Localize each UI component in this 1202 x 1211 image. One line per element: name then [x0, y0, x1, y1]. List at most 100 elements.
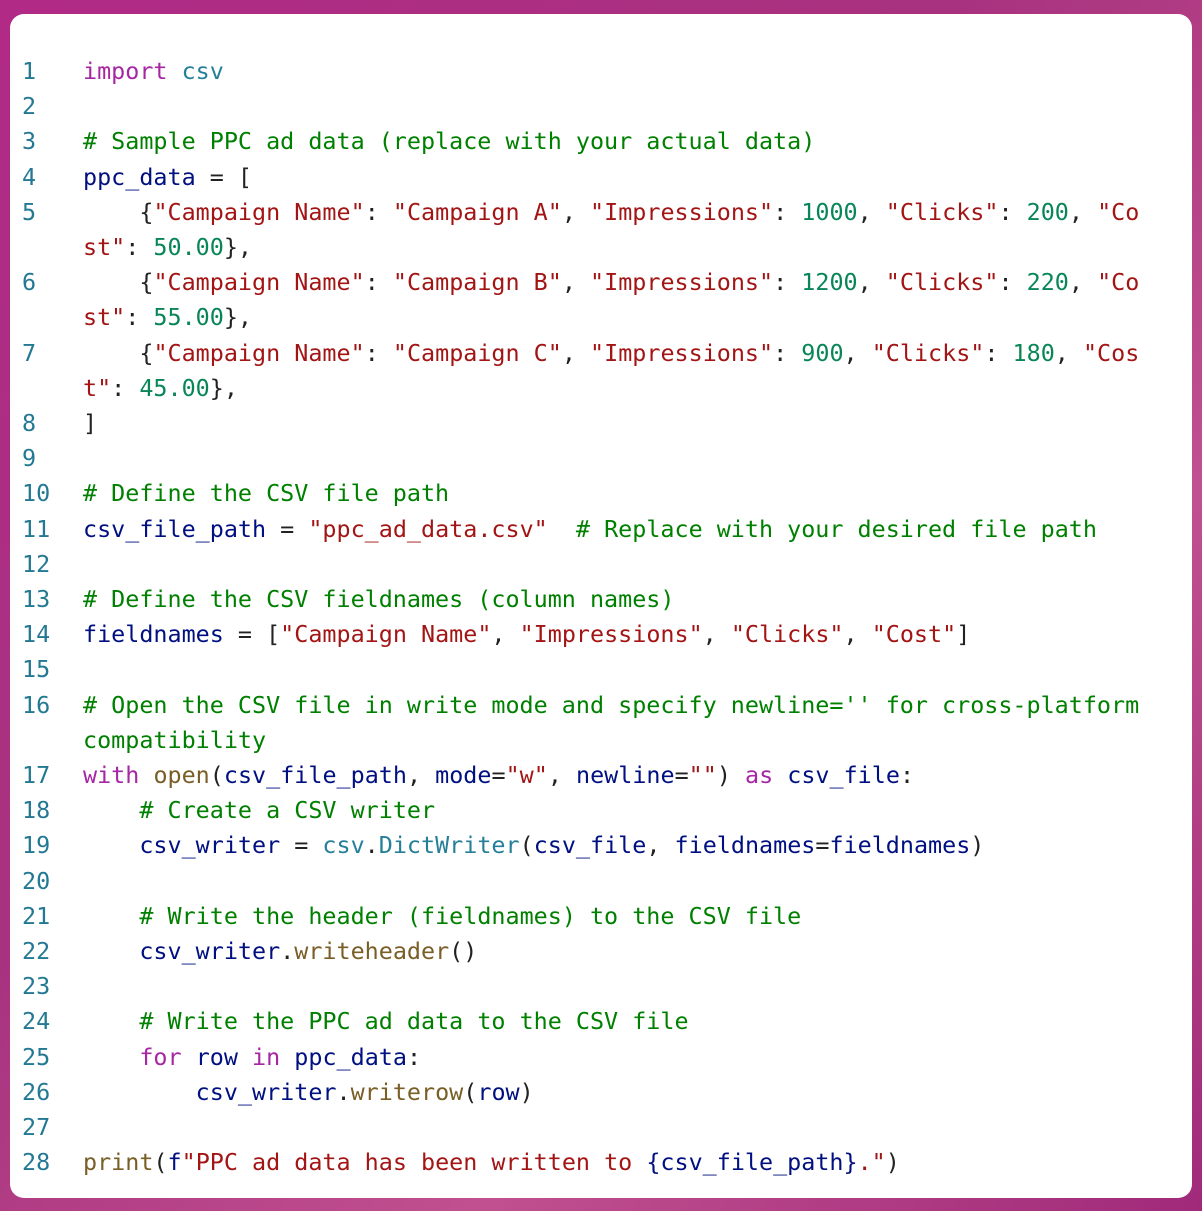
line-code — [83, 547, 1153, 582]
code-line: 24 # Write the PPC ad data to the CSV fi… — [10, 1004, 1153, 1039]
line-code: for row in ppc_data: — [83, 1040, 1153, 1075]
line-number: 14 — [22, 620, 51, 649]
line-number: 4 — [22, 162, 37, 191]
token-p: , — [857, 197, 886, 226]
token-num: 220 — [1026, 268, 1069, 297]
token-cm: # Write the header (fieldnames) to the C… — [139, 901, 802, 930]
token-p: ( — [519, 831, 534, 860]
token-str: "Campaign A" — [392, 197, 562, 226]
line-code: # Open the CSV file in write mode and sp… — [83, 688, 1153, 758]
token-p: }, — [209, 373, 238, 402]
code-line: 12 — [10, 547, 1153, 582]
token-num: 1000 — [801, 197, 858, 226]
line-number: 8 — [22, 409, 37, 438]
token-var: csv_writer — [195, 1077, 337, 1106]
code-line: 18 # Create a CSV writer — [10, 793, 1153, 828]
token-mod: DictWriter — [378, 831, 520, 860]
token-var: mode — [435, 761, 492, 790]
line-number: 3 — [22, 127, 37, 156]
line-number: 10 — [22, 479, 51, 508]
token-fn: print — [83, 1148, 154, 1177]
line-number: 28 — [22, 1148, 51, 1177]
code-line: 2 — [10, 89, 1153, 124]
token-p — [182, 1043, 196, 1071]
code-block: 1 import csv 2 3 # Sample PPC ad data (repl… — [10, 54, 1153, 1181]
token-var: f — [167, 1148, 182, 1177]
token-p: , — [561, 338, 591, 367]
token-p: ( — [153, 1148, 168, 1177]
token-str: "Campaign Name" — [280, 620, 492, 649]
token-var: csv_writer — [139, 937, 281, 966]
token-p — [773, 761, 787, 789]
token-p — [83, 937, 139, 965]
line-code: {"Campaign Name": "Campaign C", "Impress… — [83, 336, 1153, 406]
token-str: "Impressions" — [590, 338, 774, 367]
token-p: , — [702, 620, 731, 649]
token-var: row — [477, 1077, 520, 1106]
line-code: csv_file_path = "ppc_ad_data.csv" # Repl… — [83, 512, 1153, 547]
code-line: 16 # Open the CSV file in write mode and … — [10, 688, 1153, 758]
code-panel: 1 import csv 2 3 # Sample PPC ad data (repl… — [10, 14, 1192, 1198]
token-str: "Campaign Name" — [153, 338, 365, 367]
token-str: "w" — [505, 761, 548, 790]
token-p — [238, 1043, 252, 1071]
token-p: = — [266, 514, 309, 543]
line-number: 23 — [22, 972, 51, 1001]
token-str: "Clicks" — [885, 268, 999, 297]
token-num: 1200 — [801, 268, 858, 297]
token-var: csv_writer — [139, 831, 281, 860]
line-number: 1 — [22, 57, 37, 85]
line-number: 13 — [22, 585, 51, 614]
token-mod: csv — [322, 831, 365, 860]
token-p: ) — [519, 1077, 534, 1106]
token-p: = — [674, 761, 689, 790]
token-str: "Campaign C" — [392, 338, 562, 367]
code-line: 17 with open(csv_file_path, mode="w", new… — [10, 758, 1153, 793]
token-p: , — [843, 338, 872, 367]
token-var: fieldnames — [829, 831, 971, 860]
line-number: 2 — [22, 92, 37, 121]
token-p: ( — [463, 1077, 478, 1106]
line-code — [83, 1110, 1153, 1145]
line-code: with open(csv_file_path, mode="w", newli… — [83, 758, 1153, 793]
code-line: 13 # Define the CSV fieldnames (column na… — [10, 582, 1153, 617]
code-line: 21 # Write the header (fieldnames) to th… — [10, 899, 1153, 934]
line-code: # Sample PPC ad data (replace with your … — [83, 124, 1153, 159]
token-p: = — [815, 831, 830, 860]
token-fn: open — [153, 761, 210, 790]
token-p: . — [364, 831, 379, 860]
line-code: csv_writer.writeheader() — [83, 934, 1153, 969]
code-line: 6 {"Campaign Name": "Campaign B", "Impre… — [10, 265, 1153, 335]
code-line: 23 — [10, 969, 1153, 1004]
line-code: import csv — [83, 54, 1153, 89]
token-p: : — [899, 761, 915, 790]
token-p: = [ — [195, 162, 253, 191]
token-p — [83, 831, 139, 859]
code-line: 3 # Sample PPC ad data (replace with your… — [10, 124, 1153, 159]
token-p — [280, 1043, 294, 1071]
token-var: row — [195, 1042, 238, 1071]
token-p: : — [111, 373, 140, 402]
token-cm: # Create a CSV writer — [139, 796, 436, 825]
token-p: . — [336, 1077, 351, 1106]
token-fn: writeheader — [294, 937, 450, 966]
token-p — [83, 1078, 196, 1106]
code-line: 27 — [10, 1110, 1153, 1145]
token-str: "Impressions" — [590, 197, 774, 226]
token-var: fieldnames — [674, 831, 816, 860]
token-p: : — [773, 268, 802, 297]
token-p: : — [998, 268, 1027, 297]
token-cm: # Open the CSV file in write mode and sp… — [83, 690, 1154, 754]
token-kw: as — [745, 761, 774, 790]
token-str: "Campaign Name" — [153, 197, 365, 226]
code-line: 14 fieldnames = ["Campaign Name", "Impres… — [10, 617, 1153, 652]
line-number: 15 — [22, 655, 51, 684]
token-p: , — [843, 620, 872, 649]
token-p: , — [561, 197, 591, 226]
token-p: : — [773, 338, 802, 367]
token-p — [83, 902, 139, 930]
code-line: 9 — [10, 441, 1153, 476]
token-p: () — [449, 937, 478, 966]
line-number: 9 — [22, 444, 37, 473]
token-p: : — [364, 268, 393, 297]
